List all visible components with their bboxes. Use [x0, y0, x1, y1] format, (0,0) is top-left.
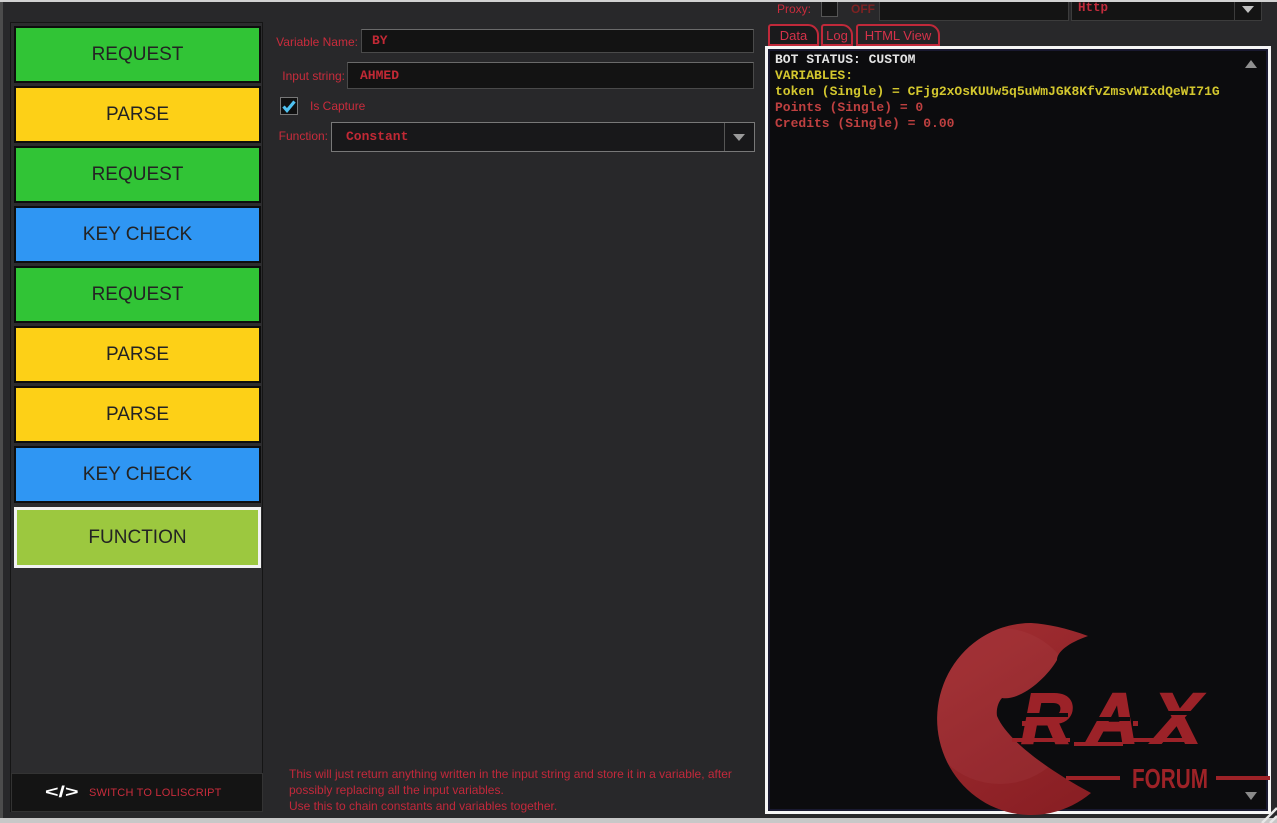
svg-text:FORUM: FORUM [1132, 763, 1208, 794]
